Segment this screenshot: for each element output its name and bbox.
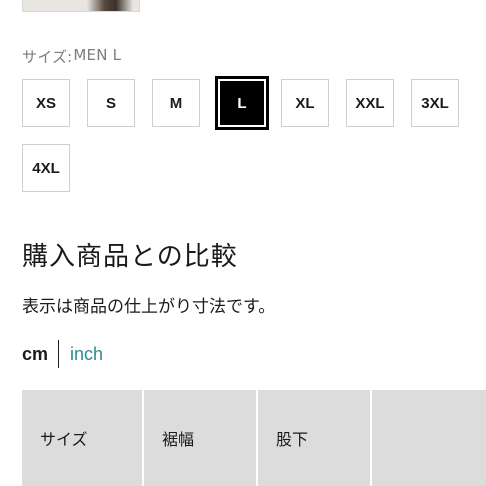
size-option-xxl[interactable]: XXL bbox=[346, 79, 394, 127]
table-header-extra bbox=[372, 390, 486, 486]
table-header-inseam: 股下 bbox=[258, 390, 372, 486]
size-label-value: MEN L bbox=[73, 46, 122, 64]
size-option-xs[interactable]: XS bbox=[22, 79, 70, 127]
compare-section-title: 購入商品との比較 bbox=[22, 242, 238, 272]
unit-cm-option[interactable]: cm bbox=[22, 344, 58, 365]
size-label-prefix: サイズ: bbox=[22, 48, 73, 66]
product-size-page: サイズ: MEN L XS S M L XL XXL 3XL 4XL 購入商品と… bbox=[0, 0, 486, 486]
measurement-note: 表示は商品の仕上がり寸法です。 bbox=[22, 297, 276, 317]
table-header-size: サイズ bbox=[22, 390, 144, 486]
table-header-hem-width: 裾幅 bbox=[144, 390, 258, 486]
size-option-xl[interactable]: XL bbox=[281, 79, 329, 127]
selected-size-label: サイズ: MEN L bbox=[22, 46, 121, 67]
size-option-grid: XS S M L XL XXL 3XL 4XL bbox=[22, 76, 472, 193]
unit-toggle: cm inch bbox=[22, 340, 103, 368]
size-option-4xl[interactable]: 4XL bbox=[22, 144, 70, 192]
product-image[interactable] bbox=[22, 0, 140, 12]
size-option-3xl[interactable]: 3XL bbox=[411, 79, 459, 127]
size-option-m[interactable]: M bbox=[152, 79, 200, 127]
unit-inch-option[interactable]: inch bbox=[59, 344, 103, 365]
size-option-l-selected[interactable]: L bbox=[215, 76, 269, 130]
size-compare-table: サイズ 裾幅 股下 bbox=[22, 390, 486, 486]
size-option-s[interactable]: S bbox=[87, 79, 135, 127]
